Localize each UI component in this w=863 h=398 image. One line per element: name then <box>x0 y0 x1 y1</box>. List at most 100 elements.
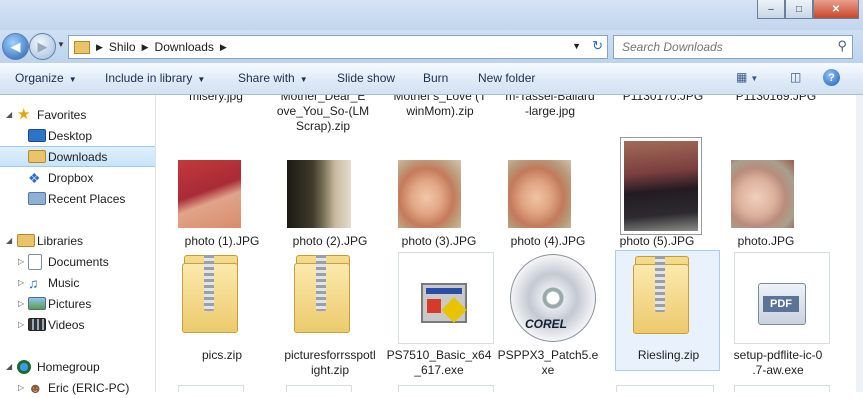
file-tile[interactable]: photo (3).JPG <box>385 150 493 265</box>
file-name[interactable]: m-Tassel-Ballard -large.jpg <box>500 95 600 119</box>
file-name-line: Mother's_Love (T <box>393 95 487 103</box>
file-tile-partial[interactable] <box>616 385 714 392</box>
navigation-pane: ◢ ★ Favorites Desktop Downloads ❖ Dropbo… <box>0 95 156 395</box>
file-tile[interactable]: PDF setup-pdflite-ic-0.7-aw.exe <box>724 252 832 377</box>
expand-arrow-icon[interactable]: ▷ <box>18 383 24 392</box>
file-tile[interactable]: photo (1).JPG <box>168 150 276 265</box>
chevron-right-icon[interactable]: ▶ <box>142 42 149 53</box>
file-name[interactable]: P1130170.JPG <box>613 95 713 104</box>
file-name-line: Mother_Dear_E <box>280 95 366 103</box>
nav-pictures[interactable]: ▷ Pictures <box>0 293 155 314</box>
nav-libraries[interactable]: ◢ Libraries <box>0 230 155 251</box>
share-label: Share with <box>238 71 295 85</box>
file-name[interactable]: misery.jpg <box>166 95 266 104</box>
close-button[interactable]: ✕ <box>813 0 859 19</box>
photo-thumbnail <box>398 160 461 228</box>
chevron-right-icon[interactable]: ▶ <box>96 42 103 53</box>
file-tile[interactable]: picturesforrsspotl ight.zip <box>276 252 384 377</box>
share-with-menu[interactable]: Share with ▼ <box>238 71 308 85</box>
file-name[interactable]: P1130169.JPG <box>726 95 826 104</box>
photo-thumbnail <box>731 160 794 228</box>
nav-videos-label: Videos <box>48 317 85 332</box>
search-box[interactable]: ⚲ <box>613 35 853 59</box>
file-tile[interactable]: photo.JPG <box>712 150 820 265</box>
file-name-line: .7-aw.exe <box>752 363 804 377</box>
organize-menu[interactable]: Organize ▼ <box>15 71 77 85</box>
file-tile-partial[interactable] <box>286 385 352 392</box>
file-name: photo.JPG <box>737 234 795 248</box>
nav-homegroup[interactable]: ◢ Homegroup <box>0 356 155 377</box>
search-input[interactable] <box>620 36 824 58</box>
pictures-icon <box>28 297 46 310</box>
maximize-button[interactable]: □ <box>785 0 813 19</box>
change-view-icon[interactable]: ▦ ▼ <box>736 70 758 84</box>
chevron-right-icon[interactable]: ▶ <box>220 42 227 53</box>
expand-arrow-icon[interactable]: ◢ <box>6 362 12 371</box>
nav-downloads[interactable]: Downloads <box>0 146 155 167</box>
dropdown-arrow-icon: ▼ <box>68 75 77 84</box>
file-name: PS7510_Basic_x64 _617.exe <box>385 348 493 378</box>
title-bar: – □ ✕ <box>0 0 863 30</box>
nav-videos[interactable]: ▷ Videos <box>0 314 155 335</box>
nav-dropbox[interactable]: ❖ Dropbox <box>0 167 155 188</box>
expand-arrow-icon[interactable]: ◢ <box>6 236 12 245</box>
slide-show-button[interactable]: Slide show <box>337 71 395 85</box>
back-button[interactable]: ◀ <box>2 33 29 60</box>
burn-button[interactable]: Burn <box>423 71 448 85</box>
file-tile[interactable]: COREL PSPPX3_Patch5.e xe <box>494 252 602 377</box>
nav-music[interactable]: ▷ ♫ Music <box>0 272 155 293</box>
nav-desktop[interactable]: Desktop <box>0 125 155 146</box>
include-in-library-menu[interactable]: Include in library ▼ <box>105 71 205 85</box>
nav-favorites[interactable]: ◢ ★ Favorites <box>0 104 155 125</box>
photo-thumbnail <box>178 160 241 228</box>
file-name: PSPPX3_Patch5.e xe <box>494 348 602 378</box>
file-tile[interactable]: photo (4).JPG <box>494 150 602 265</box>
forward-arrow-icon: ▶ <box>37 38 48 54</box>
expand-arrow-icon[interactable]: ▷ <box>18 257 24 266</box>
expand-arrow-icon[interactable]: ▷ <box>18 320 24 329</box>
nav-documents[interactable]: ▷ Documents <box>0 251 155 272</box>
file-name: photo (2).JPG <box>292 234 368 248</box>
address-bar[interactable]: ▶ Shilo ▶ Downloads ▶ ▼ ↻ <box>68 35 608 59</box>
downloads-folder-icon <box>28 150 46 163</box>
file-tile[interactable]: pics.zip <box>168 252 276 367</box>
nav-desktop-label: Desktop <box>48 128 93 143</box>
refresh-icon[interactable]: ↻ <box>592 38 603 54</box>
file-name-line: xe <box>541 363 555 377</box>
expand-arrow-icon[interactable]: ▷ <box>18 278 24 287</box>
nav-recent-places[interactable]: Recent Places <box>0 188 155 209</box>
recent-pages-dropdown[interactable]: ▼ <box>57 40 65 49</box>
file-tile-partial[interactable] <box>398 385 494 392</box>
file-name[interactable]: Mother_Dear_E ove_You_So-(LM Scrap).zip <box>273 95 373 134</box>
nav-homegroup-label: Homegroup <box>37 359 100 374</box>
preview-pane-icon[interactable]: ◫ <box>790 70 801 84</box>
breadcrumb-downloads[interactable]: Downloads <box>155 40 214 54</box>
file-tile[interactable]: photo (5).JPG <box>603 138 711 265</box>
file-name: setup-pdflite-ic-0.7-aw.exe <box>724 348 832 378</box>
file-tile[interactable]: PS7510_Basic_x64 _617.exe <box>385 252 494 377</box>
vertical-scrollbar[interactable] <box>856 95 863 392</box>
nav-eric[interactable]: ▷ ☻ Eric (ERIC-PC) <box>0 377 155 398</box>
organize-label: Organize <box>15 71 64 85</box>
breadcrumb-shilo[interactable]: Shilo <box>109 40 136 54</box>
file-name[interactable]: Mother's_Love (T winMom).zip <box>390 95 490 119</box>
search-icon[interactable]: ⚲ <box>837 38 847 54</box>
file-tile-selected[interactable]: Riesling.zip <box>615 250 720 371</box>
file-tile-partial[interactable] <box>734 385 830 392</box>
minimize-button[interactable]: – <box>757 0 785 19</box>
nav-libraries-label: Libraries <box>37 233 84 248</box>
dropdown-arrow-icon: ▼ <box>197 75 206 84</box>
dropdown-arrow-icon: ▼ <box>299 75 308 84</box>
file-tile-partial[interactable] <box>178 385 244 392</box>
new-folder-button[interactable]: New folder <box>478 71 535 85</box>
expand-arrow-icon[interactable]: ▷ <box>18 299 24 308</box>
address-dropdown-icon[interactable]: ▼ <box>572 41 581 51</box>
expand-arrow-icon[interactable]: ◢ <box>6 110 12 119</box>
forward-button[interactable]: ▶ <box>29 33 56 60</box>
help-icon[interactable]: ? <box>823 69 840 86</box>
nav-downloads-label: Downloads <box>48 149 108 164</box>
photo-thumbnail <box>287 160 351 228</box>
pdf-icon: PDF <box>758 283 806 325</box>
file-tile[interactable]: photo (2).JPG <box>276 150 384 265</box>
nav-recent-label: Recent Places <box>48 191 126 206</box>
